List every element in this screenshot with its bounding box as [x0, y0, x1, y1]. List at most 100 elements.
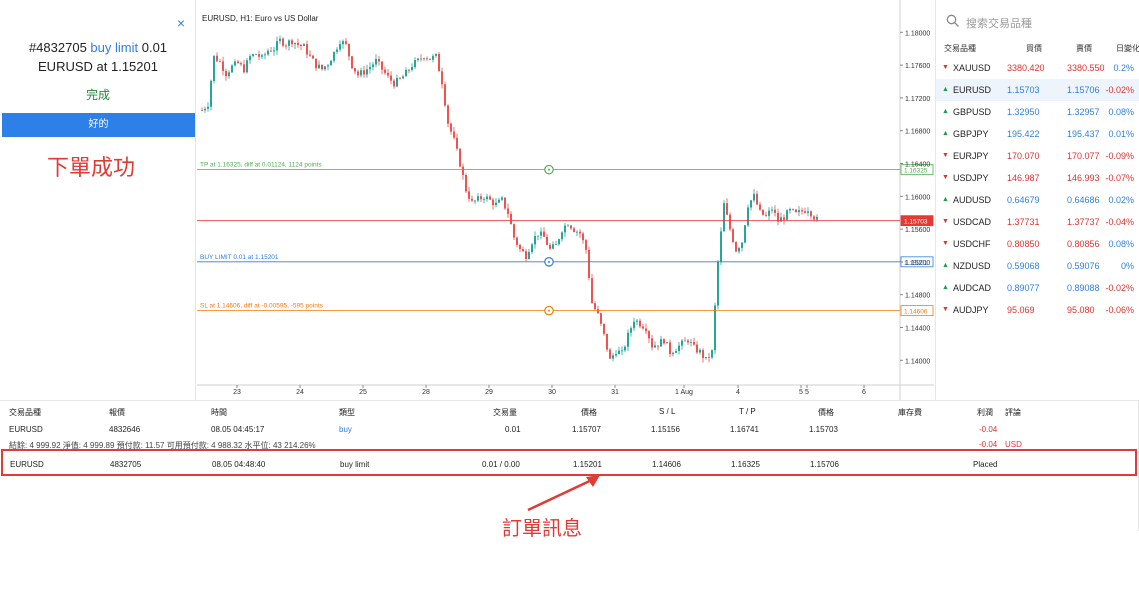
candle-body: [441, 71, 443, 85]
watchlist-item-eurusd[interactable]: ▲ EURUSD 1.15703 1.15706 -0.02%: [936, 79, 1139, 101]
triangle-up-icon: ▲: [942, 196, 949, 203]
candle-body: [204, 108, 206, 111]
candle-body: [450, 123, 452, 132]
candle-body: [675, 351, 677, 353]
candle-body: [528, 252, 530, 260]
candle-body: [660, 339, 662, 347]
watchlist-item-nzdusd[interactable]: ▲ NZDUSD 0.59068 0.59076 0%: [936, 255, 1139, 277]
candle-body: [360, 70, 362, 76]
position-profit: -0.04: [979, 425, 998, 434]
ok-button[interactable]: 好的: [2, 113, 195, 137]
candle-body: [570, 225, 572, 229]
chart-canvas[interactable]: TP at 1.16325, diff at 0.01124, 1124 poi…: [197, 0, 934, 400]
watchlist-item-usdchf[interactable]: ▼ USDCHF 0.80850 0.80856 0.08%: [936, 233, 1139, 255]
candle-body: [678, 345, 680, 352]
col-current-price[interactable]: 價格: [818, 407, 834, 418]
col-comment[interactable]: 評論: [1005, 407, 1021, 418]
col-type[interactable]: 類型: [339, 407, 355, 418]
candle-body: [537, 235, 539, 237]
watchlist-item-gbpusd[interactable]: ▲ GBPUSD 1.32950 1.32957 0.08%: [936, 101, 1139, 123]
watchlist-item-xauusd[interactable]: ▼ XAUUSD 3380.420 3380.550 0.2%: [936, 57, 1139, 79]
candle-body: [276, 41, 278, 51]
candle-body: [552, 244, 554, 249]
col-profit[interactable]: 利潤: [977, 407, 993, 418]
wl-bid: 0.59068: [1007, 261, 1040, 271]
wl-bid: 1.37731: [1007, 217, 1040, 227]
col-symbol[interactable]: 交易品種: [9, 407, 41, 418]
wl-bid: 0.89077: [1007, 283, 1040, 293]
wl-header-symbol: 交易品種: [944, 44, 976, 53]
x-tick-label: 5: [805, 389, 809, 396]
candle-body: [702, 349, 704, 359]
watchlist-item-audcad[interactable]: ▲ AUDCAD 0.89077 0.89088 -0.02%: [936, 277, 1139, 299]
wl-symbol: EURUSD: [953, 85, 992, 95]
watchlist-item-audjpy[interactable]: ▼ AUDJPY 95.069 95.080 -0.06%: [936, 299, 1139, 321]
candle-body: [576, 231, 578, 233]
candle-body: [720, 231, 722, 262]
wl-symbol: GBPJPY: [953, 129, 989, 139]
candle-body: [555, 244, 557, 245]
candle-body: [429, 58, 431, 60]
candle-body: [273, 50, 275, 52]
candle-body: [606, 333, 608, 350]
candle-body: [423, 58, 425, 60]
order-volume: 0.01: [141, 40, 168, 55]
wl-symbol: USDCHF: [953, 239, 991, 249]
candle-body: [351, 56, 353, 69]
col-tp[interactable]: T / P: [739, 407, 756, 416]
col-price[interactable]: 價格: [581, 407, 597, 418]
candle-body: [507, 208, 509, 214]
candle-body: [279, 38, 281, 42]
candle-body: [426, 58, 428, 60]
candle-body: [444, 84, 446, 106]
candle-body: [294, 42, 296, 45]
candle-body: [771, 209, 773, 211]
position-ticket: 4832646: [109, 425, 141, 434]
col-volume[interactable]: 交易量: [493, 407, 517, 418]
wl-symbol: USDCAD: [953, 217, 992, 227]
candle-body: [744, 225, 746, 243]
watchlist-item-usdcad[interactable]: ▼ USDCAD 1.37731 1.37737 -0.04%: [936, 211, 1139, 233]
wl-change: -0.07%: [1105, 173, 1134, 183]
col-time[interactable]: 時間: [211, 407, 227, 418]
col-swap[interactable]: 庫存費: [898, 407, 922, 418]
wl-ask: 146.993: [1067, 173, 1100, 183]
col-sl[interactable]: S / L: [659, 407, 675, 416]
symbol-search-input[interactable]: [966, 13, 1131, 33]
candle-body: [585, 240, 587, 250]
wl-symbol: USDJPY: [953, 173, 989, 183]
candle-body: [804, 211, 806, 213]
watchlist-item-audusd[interactable]: ▲ AUDUSD 0.64679 0.64686 0.02%: [936, 189, 1139, 211]
candle-body: [519, 244, 521, 250]
candle-body: [588, 249, 590, 279]
wl-ask: 195.437: [1067, 129, 1100, 139]
candle-body: [522, 249, 524, 252]
watchlist-item-gbpjpy[interactable]: ▲ GBPJPY 195.422 195.437 0.01%: [936, 123, 1139, 145]
candle-body: [309, 54, 311, 56]
watchlist-search[interactable]: [936, 10, 1139, 36]
order-volume-cell: 0.01 / 0.00: [482, 460, 520, 469]
col-ticket[interactable]: 報價: [109, 407, 125, 418]
watchlist-item-eurjpy[interactable]: ▼ EURJPY 170.070 170.077 -0.09%: [936, 145, 1139, 167]
buy-limit-level-handle-dot: [548, 260, 550, 263]
price-chart[interactable]: TP at 1.16325, diff at 0.01124, 1124 poi…: [197, 0, 934, 400]
watchlist-item-usdjpy[interactable]: ▼ USDJPY 146.987 146.993 -0.07%: [936, 167, 1139, 189]
candle-body: [618, 350, 620, 355]
close-icon[interactable]: ×: [174, 16, 188, 30]
candle-body: [381, 61, 383, 70]
table-row[interactable]: EURUSD 4832646 08.05 04:45:17 buy 0.01 1…: [0, 421, 1139, 439]
candle-body: [612, 355, 614, 359]
wl-ask: 1.32957: [1067, 107, 1100, 117]
candle-body: [798, 210, 800, 213]
order-ticket: #4832705: [28, 40, 87, 55]
candle-body: [558, 239, 560, 245]
wl-change: -0.02%: [1105, 85, 1134, 95]
candle-body: [762, 209, 764, 215]
wl-bid: 95.069: [1007, 305, 1035, 315]
candle-body: [303, 44, 305, 47]
candle-body: [285, 45, 287, 47]
candle-body: [387, 72, 389, 76]
candle-body: [741, 242, 743, 248]
candle-body: [327, 65, 329, 67]
candle-body: [363, 70, 365, 75]
